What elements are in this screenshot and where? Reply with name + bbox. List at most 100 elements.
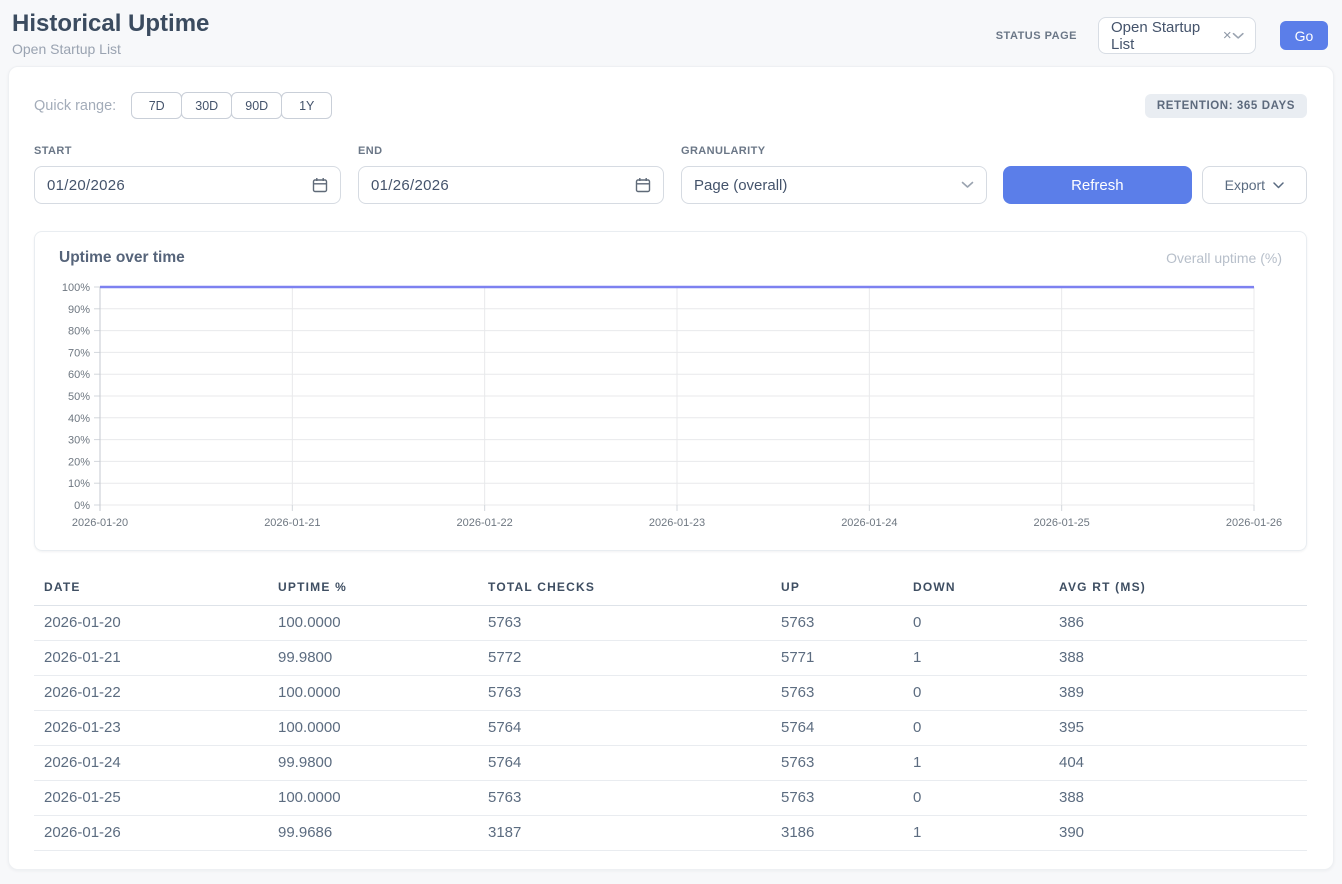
table-cell: 99.9686	[278, 816, 488, 851]
table-cell: 404	[1059, 746, 1307, 781]
svg-text:10%: 10%	[68, 478, 90, 490]
retention-badge: RETENTION: 365 DAYS	[1145, 94, 1307, 118]
title-block: Historical Uptime Open Startup List	[12, 10, 209, 57]
quick-range-label: Quick range:	[34, 98, 116, 114]
granularity-value: Page (overall)	[694, 177, 787, 194]
table-cell: 2026-01-21	[34, 641, 278, 676]
table-cell: 388	[1059, 781, 1307, 816]
table-cell: 100.0000	[278, 676, 488, 711]
chevron-down-icon	[1273, 182, 1284, 189]
table-cell: 5764	[488, 711, 781, 746]
quick-range-90d-button[interactable]: 90D	[231, 92, 282, 119]
table-cell: 0	[913, 606, 1059, 641]
table-row: 2026-01-22100.0000576357630389	[34, 676, 1307, 711]
status-page-select[interactable]: Open Startup List ×	[1098, 17, 1256, 54]
table-cell: 100.0000	[278, 711, 488, 746]
page-subtitle: Open Startup List	[12, 41, 209, 57]
svg-text:2026-01-24: 2026-01-24	[841, 517, 897, 529]
table-cell: 1	[913, 816, 1059, 851]
filter-row: START 01/20/2026 END 01/26/2026	[34, 145, 1307, 204]
table-cell: 2026-01-25	[34, 781, 278, 816]
table-cell: 2026-01-22	[34, 676, 278, 711]
table-cell: 0	[913, 676, 1059, 711]
table-cell: 1	[913, 641, 1059, 676]
table-row: 2026-01-23100.0000576457640395	[34, 711, 1307, 746]
svg-text:2026-01-25: 2026-01-25	[1034, 517, 1090, 529]
main-panel: Quick range: 7D30D90D1Y RETENTION: 365 D…	[8, 66, 1334, 870]
table-cell: 100.0000	[278, 781, 488, 816]
end-date-input[interactable]: 01/26/2026	[358, 166, 664, 204]
page-header: Historical Uptime Open Startup List STAT…	[0, 0, 1342, 57]
table-cell: 3186	[781, 816, 913, 851]
calendar-icon[interactable]	[312, 177, 328, 193]
table-cell: 2026-01-20	[34, 606, 278, 641]
chart-legend: Overall uptime (%)	[1166, 250, 1282, 266]
chart-title: Uptime over time	[59, 249, 185, 267]
granularity-select[interactable]: Page (overall)	[681, 166, 987, 204]
status-page-label: STATUS PAGE	[996, 30, 1077, 42]
column-header: DATE	[34, 576, 278, 606]
chart-header: Uptime over time Overall uptime (%)	[59, 249, 1282, 267]
table-cell: 386	[1059, 606, 1307, 641]
column-header: AVG RT (MS)	[1059, 576, 1307, 606]
start-date-input[interactable]: 01/20/2026	[34, 166, 341, 204]
svg-text:80%: 80%	[68, 326, 90, 338]
end-date-field: END 01/26/2026	[358, 145, 664, 204]
table-cell: 390	[1059, 816, 1307, 851]
svg-text:2026-01-21: 2026-01-21	[264, 517, 320, 529]
table-cell: 5771	[781, 641, 913, 676]
table-cell: 5764	[781, 711, 913, 746]
table-cell: 5763	[488, 781, 781, 816]
table-cell: 0	[913, 711, 1059, 746]
table-cell: 2026-01-26	[34, 816, 278, 851]
svg-text:0%: 0%	[74, 500, 90, 512]
export-button[interactable]: Export	[1202, 166, 1307, 204]
svg-text:30%: 30%	[68, 435, 90, 447]
uptime-chart-card: Uptime over time Overall uptime (%) 0% 10…	[34, 231, 1307, 551]
column-header: UPTIME %	[278, 576, 488, 606]
clear-selection-icon[interactable]: ×	[1223, 27, 1232, 44]
svg-text:20%: 20%	[68, 456, 90, 468]
page-title: Historical Uptime	[12, 10, 209, 38]
table-row: 2026-01-25100.0000576357630388	[34, 781, 1307, 816]
table-cell: 2026-01-24	[34, 746, 278, 781]
column-header: UP	[781, 576, 913, 606]
svg-text:40%: 40%	[68, 413, 90, 425]
quick-range-7d-button[interactable]: 7D	[131, 92, 182, 119]
end-date-value: 01/26/2026	[371, 177, 449, 194]
quick-range-row: Quick range: 7D30D90D1Y RETENTION: 365 D…	[34, 92, 1307, 119]
table-cell: 1	[913, 746, 1059, 781]
table-cell: 99.9800	[278, 641, 488, 676]
quick-range-1y-button[interactable]: 1Y	[281, 92, 332, 119]
table-cell: 5763	[781, 781, 913, 816]
go-button[interactable]: Go	[1280, 21, 1328, 50]
refresh-button[interactable]: Refresh	[1003, 166, 1192, 204]
svg-text:100%: 100%	[62, 282, 90, 294]
calendar-icon[interactable]	[635, 177, 651, 193]
svg-text:70%: 70%	[68, 347, 90, 359]
table-cell: 5764	[488, 746, 781, 781]
table-cell: 2026-01-23	[34, 711, 278, 746]
export-button-label: Export	[1225, 177, 1265, 193]
table-cell: 395	[1059, 711, 1307, 746]
quick-range-30d-button[interactable]: 30D	[181, 92, 232, 119]
svg-text:90%: 90%	[68, 304, 90, 316]
start-date-value: 01/20/2026	[47, 177, 125, 194]
table-row: 2026-01-2499.9800576457631404	[34, 746, 1307, 781]
table-cell: 5763	[781, 676, 913, 711]
end-date-label: END	[358, 145, 664, 157]
table-header-row: DATEUPTIME %TOTAL CHECKSUPDOWNAVG RT (MS…	[34, 576, 1307, 606]
svg-text:60%: 60%	[68, 369, 90, 381]
status-page-selected-value: Open Startup List	[1111, 19, 1222, 53]
quick-range-group: 7D30D90D1Y	[131, 92, 332, 119]
table-cell: 100.0000	[278, 606, 488, 641]
table-cell: 0	[913, 781, 1059, 816]
table-cell: 5763	[781, 746, 913, 781]
svg-text:2026-01-23: 2026-01-23	[649, 517, 705, 529]
table-cell: 5763	[781, 606, 913, 641]
svg-text:2026-01-20: 2026-01-20	[72, 517, 128, 529]
svg-text:2026-01-22: 2026-01-22	[457, 517, 513, 529]
table-header: DATEUPTIME %TOTAL CHECKSUPDOWNAVG RT (MS…	[34, 576, 1307, 606]
start-date-field: START 01/20/2026	[34, 145, 341, 204]
granularity-label: GRANULARITY	[681, 145, 987, 157]
